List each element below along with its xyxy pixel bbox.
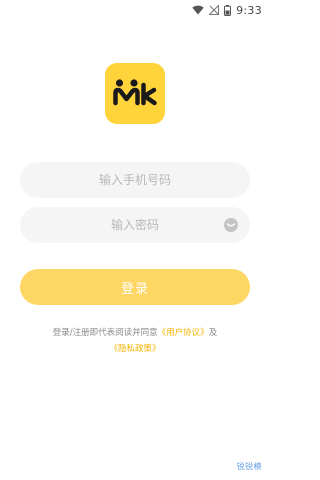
- eye-closed-icon[interactable]: [224, 218, 238, 232]
- agreement-text: 登录/注册即代表阅读并同意《用户协议》及《隐私政策》: [20, 325, 250, 357]
- status-time: 9:33: [236, 3, 262, 17]
- phone-input[interactable]: [20, 162, 250, 198]
- password-field: [20, 207, 250, 243]
- login-button[interactable]: 登录: [20, 269, 250, 305]
- user-agreement-link[interactable]: 《用户协议》: [158, 328, 209, 338]
- app-logo: [105, 63, 165, 124]
- battery-icon: [224, 4, 232, 16]
- no-signal-icon: [209, 5, 220, 15]
- login-screen: 9:33 登录 登录/注册即代表阅读并同意《用户协议》及《隐私政策》: [0, 0, 270, 480]
- agreement-prefix: 登录/注册即代表阅读并同意: [52, 328, 158, 338]
- privacy-policy-link[interactable]: 《隐私政策》: [109, 344, 160, 354]
- watermark: 锐锐模: [236, 462, 262, 471]
- password-input[interactable]: [20, 207, 250, 243]
- app-logo-mark: [113, 79, 157, 106]
- status-bar: 9:33: [0, 0, 270, 20]
- wifi-icon: [192, 5, 204, 15]
- phone-field: [20, 162, 250, 198]
- agreement-conjunction: 及: [208, 328, 218, 338]
